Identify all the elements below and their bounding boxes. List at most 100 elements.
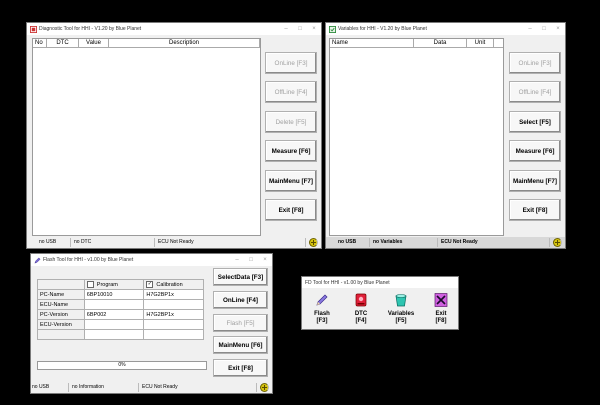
dtc-table-header: No DTC Value Description: [33, 39, 260, 48]
online-button[interactable]: OnLine [F3]: [265, 52, 317, 74]
calibration-value: [143, 299, 204, 310]
offline-button[interactable]: OffLine [F4]: [265, 81, 317, 103]
calibration-checkbox[interactable]: ✓: [146, 281, 154, 288]
pencil-icon: [34, 257, 41, 264]
col-no[interactable]: No: [33, 39, 47, 47]
app-icon: [30, 25, 37, 33]
bucket-icon: [395, 294, 407, 307]
progress-text: 0%: [118, 362, 126, 368]
window-title: Flash Tool for HHI - v1.00 by Blue Plane…: [43, 257, 134, 263]
variables-table-header: Name Data Unit: [330, 39, 503, 48]
col-name[interactable]: Name: [330, 39, 414, 47]
dtc-menu-button[interactable]: DTC [F4]: [347, 293, 375, 325]
flash-titlebar[interactable]: Flash Tool for HHI - v1.00 by Blue Plane…: [31, 254, 272, 266]
variables-label: Variables: [387, 311, 415, 317]
exit-button[interactable]: Exit [F8]: [213, 359, 268, 377]
status-info: no Information: [69, 383, 139, 392]
exit-menu-button[interactable]: Exit [F8]: [427, 293, 455, 325]
flash-key: [F3]: [316, 318, 328, 324]
measure-button[interactable]: Measure [F6]: [265, 140, 317, 162]
window-title: Variables for HHI - V1.20 by Blue Planet: [338, 26, 427, 32]
flash-button[interactable]: Flash [F5]: [213, 314, 268, 332]
dtc-key: [F4]: [355, 318, 367, 324]
calibration-value: [143, 319, 204, 330]
select-data-button[interactable]: SelectData [F3]: [213, 268, 268, 286]
red-alert-icon: [355, 293, 367, 307]
program-value: [83, 319, 145, 330]
online-button[interactable]: OnLine [F4]: [213, 291, 268, 309]
variables-titlebar[interactable]: Variables for HHI - V1.20 by Blue Planet…: [326, 23, 565, 35]
col-data[interactable]: Data: [414, 39, 467, 47]
status-dtc: no DTC: [71, 238, 155, 247]
close-button[interactable]: ×: [551, 26, 565, 32]
minimize-button[interactable]: –: [230, 257, 244, 263]
col-unit[interactable]: Unit: [467, 39, 494, 47]
mainmenu-button[interactable]: MainMenu [F6]: [213, 336, 268, 354]
exit-label: Exit: [435, 311, 447, 317]
status-bar: no USB no DTC ECU Not Ready: [27, 237, 321, 248]
mainmenu-button[interactable]: MainMenu [F7]: [509, 170, 561, 192]
program-value: 6BP002: [83, 309, 145, 320]
exit-button[interactable]: Exit [F8]: [509, 199, 561, 221]
table-row: ECU-Name: [37, 299, 204, 310]
status-ecu: ECU Not Ready: [155, 238, 306, 247]
row-label: PC-Version: [37, 309, 85, 320]
diagnostic-titlebar[interactable]: Diagnostic Tool for HHI - V1.20 by Blue …: [27, 23, 321, 35]
calibration-value: H7G2BP1x: [143, 309, 204, 320]
row-label: ECU-Name: [37, 299, 85, 310]
dtc-table[interactable]: No DTC Value Description: [32, 38, 261, 236]
variables-window: Variables for HHI - V1.20 by Blue Planet…: [325, 22, 566, 249]
exit-key: [F8]: [435, 318, 447, 324]
connection-dial-icon: [260, 383, 269, 392]
close-x-icon: [434, 293, 448, 307]
col-description[interactable]: Description: [109, 39, 260, 47]
window-title: Diagnostic Tool for HHI - V1.20 by Blue …: [39, 26, 142, 32]
status-usb: no USB: [326, 238, 370, 247]
program-label: Program: [96, 281, 118, 288]
maximize-button[interactable]: □: [537, 26, 551, 32]
online-button[interactable]: OnLine [F3]: [509, 52, 561, 74]
col-dtc[interactable]: DTC: [47, 39, 79, 47]
table-row: [37, 329, 204, 340]
connection-dial-icon: [553, 238, 562, 247]
offline-button[interactable]: OffLine [F4]: [509, 81, 561, 103]
status-bar: no USB no Information ECU Not Ready: [31, 382, 272, 393]
table-row: ECU-Version: [37, 319, 204, 330]
variables-table[interactable]: Name Data Unit: [329, 38, 504, 236]
flash-window: Flash Tool for HHI - v1.00 by Blue Plane…: [30, 253, 273, 394]
diagnostic-window: Diagnostic Tool for HHI - V1.20 by Blue …: [26, 22, 322, 249]
table-row: PC-Name 6BP10010 H7G2BP1x: [37, 289, 204, 300]
pencil-icon: [316, 294, 328, 306]
variables-key: [F5]: [395, 318, 407, 324]
status-bar: no USB no Variables ECU Not Ready: [326, 237, 565, 248]
exit-button[interactable]: Exit [F8]: [265, 199, 317, 221]
calibration-label: Calibration: [156, 281, 183, 288]
flash-label: Flash: [314, 311, 330, 317]
status-variables: no Variables: [370, 238, 438, 247]
app-icon: [329, 25, 336, 33]
mainmenu-button[interactable]: MainMenu [F7]: [265, 170, 317, 192]
program-checkbox[interactable]: [86, 281, 94, 288]
status-usb: no USB: [27, 238, 71, 247]
select-button[interactable]: Select [F5]: [509, 111, 561, 133]
dtc-label: DTC: [354, 311, 368, 317]
maximize-button[interactable]: □: [293, 26, 307, 32]
flash-menu-button[interactable]: Flash [F3]: [308, 293, 336, 325]
delete-button[interactable]: Delete [F5]: [265, 111, 317, 133]
variables-menu-button[interactable]: Variables [F5]: [385, 293, 417, 325]
measure-button[interactable]: Measure [F6]: [509, 140, 561, 162]
fd-tool-window: FD Tool for HHI - v1.00 by Blue Planet F…: [301, 276, 459, 330]
close-button[interactable]: ×: [307, 26, 321, 32]
row-label: PC-Name: [37, 289, 85, 300]
connection-dial-icon: [309, 238, 318, 247]
progress-bar: 0%: [37, 361, 207, 370]
fd-titlebar[interactable]: FD Tool for HHI - v1.00 by Blue Planet: [302, 277, 458, 288]
close-button[interactable]: ×: [258, 257, 272, 263]
col-value[interactable]: Value: [79, 39, 109, 47]
minimize-button[interactable]: –: [279, 26, 293, 32]
minimize-button[interactable]: –: [523, 26, 537, 32]
maximize-button[interactable]: □: [244, 257, 258, 263]
table-header-row: Program ✓ Calibration: [37, 279, 204, 290]
status-ecu: ECU Not Ready: [438, 238, 550, 247]
table-row: PC-Version 6BP002 H7G2BP1x: [37, 309, 204, 320]
